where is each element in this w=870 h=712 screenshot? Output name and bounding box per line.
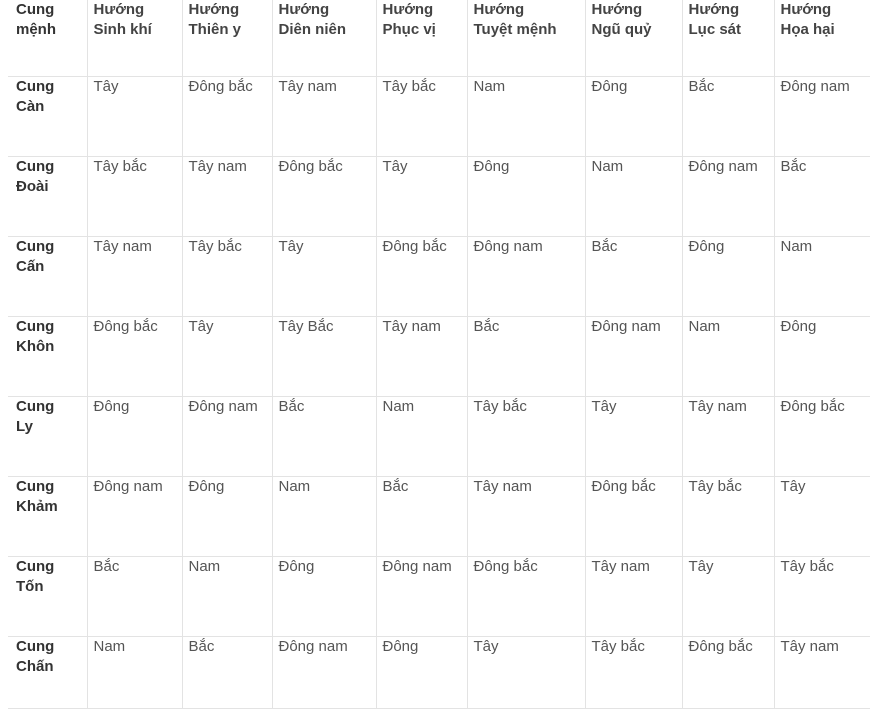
table-cell: Đông nam xyxy=(181,395,273,477)
table-cell: Đông nam xyxy=(375,555,468,637)
table-cell: Đông bắc xyxy=(466,555,586,637)
table-cell: Đông bắc xyxy=(375,235,468,317)
header-ngu-quy: Hướng Ngũ quỷ xyxy=(584,0,683,77)
table-row: Cung Chấn Nam Bắc Đông nam Đông Tây Tây b… xyxy=(8,635,870,709)
table-cell: Nam xyxy=(681,315,775,397)
table-cell: Nam xyxy=(181,555,273,637)
header-hoa-hai: Hướng Họa hại xyxy=(773,0,870,77)
table-cell: Tây nam xyxy=(773,635,870,709)
table-cell: Nam xyxy=(271,475,377,557)
row-label: Cung Khảm xyxy=(8,475,88,557)
table-cell: Đông nam xyxy=(681,155,775,237)
table-row: Cung Tốn Bắc Nam Đông Đông nam Đông bắc T… xyxy=(8,555,870,637)
table-cell: Bắc xyxy=(181,635,273,709)
table-cell: Tây Bắc xyxy=(271,315,377,397)
header-dien-nien: Hướng Diên niên xyxy=(271,0,377,77)
table-cell: Đông nam xyxy=(271,635,377,709)
table-cell: Đông nam xyxy=(584,315,683,397)
header-thien-y: Hướng Thiên y xyxy=(181,0,273,77)
table-row: Cung Ly Đông Đông nam Bắc Nam Tây bắc Tây… xyxy=(8,395,870,477)
header-cung-menh: Cung mệnh xyxy=(8,0,88,77)
table-cell: Tây bắc xyxy=(584,635,683,709)
table-cell: Tây xyxy=(466,635,586,709)
row-label: Cung Đoài xyxy=(8,155,88,237)
table-cell: Nam xyxy=(466,76,586,157)
table-cell: Đông nam xyxy=(466,235,586,317)
table-cell: Bắc xyxy=(773,155,870,237)
table-row: Cung Khôn Đông bắc Tây Tây Bắc Tây nam Bắ… xyxy=(8,315,870,397)
row-label: Cung Ly xyxy=(8,395,88,477)
page: Cung mệnh Hướng Sinh khí Hướng Thiên y Hướn… xyxy=(0,0,870,712)
table-cell: Bắc xyxy=(681,76,775,157)
table-cell: Đông xyxy=(466,155,586,237)
row-label: Cung Càn xyxy=(8,76,88,157)
table-cell: Đông nam xyxy=(86,475,183,557)
table-cell: Tây bắc xyxy=(375,76,468,157)
table-cell: Đông xyxy=(375,635,468,709)
header-luc-sat: Hướng Lục sát xyxy=(681,0,775,77)
table-body: Cung Càn Tây Đông bắc Tây nam Tây bắc Nam… xyxy=(8,76,870,709)
table-cell: Đông xyxy=(773,315,870,397)
table-cell: Tây nam xyxy=(181,155,273,237)
table-cell: Tây bắc xyxy=(681,475,775,557)
table-cell: Bắc xyxy=(375,475,468,557)
table-cell: Nam xyxy=(773,235,870,317)
table-header: Cung mệnh Hướng Sinh khí Hướng Thiên y Hướn… xyxy=(8,0,870,77)
table-cell: Đông bắc xyxy=(86,315,183,397)
table-cell: Tây nam xyxy=(584,555,683,637)
table-cell: Tây bắc xyxy=(466,395,586,477)
table-cell: Tây xyxy=(681,555,775,637)
table-row: Cung Đoài Tây bắc Tây nam Đông bắc Tây Đô… xyxy=(8,155,870,237)
table-cell: Đông xyxy=(271,555,377,637)
header-phuc-vi: Hướng Phục vị xyxy=(375,0,468,77)
table-cell: Tây xyxy=(375,155,468,237)
table-cell: Đông xyxy=(584,76,683,157)
header-sinh-khi: Hướng Sinh khí xyxy=(86,0,183,77)
table-cell: Đông bắc xyxy=(681,635,775,709)
table-row: Cung Khảm Đông nam Đông Nam Bắc Tây nam Đ… xyxy=(8,475,870,557)
table-cell: Tây nam xyxy=(466,475,586,557)
table-cell: Tây xyxy=(584,395,683,477)
row-label: Cung Cấn xyxy=(8,235,88,317)
table-cell: Đông xyxy=(681,235,775,317)
table-cell: Tây xyxy=(181,315,273,397)
table-cell: Đông xyxy=(181,475,273,557)
table-cell: Bắc xyxy=(584,235,683,317)
row-label: Cung Chấn xyxy=(8,635,88,709)
row-label: Cung Khôn xyxy=(8,315,88,397)
table-cell: Tây bắc xyxy=(86,155,183,237)
table-cell: Nam xyxy=(375,395,468,477)
table-cell: Đông nam xyxy=(773,76,870,157)
table-row: Cung Càn Tây Đông bắc Tây nam Tây bắc Nam… xyxy=(8,76,870,157)
table-cell: Tây nam xyxy=(86,235,183,317)
table-cell: Tây nam xyxy=(681,395,775,477)
table-cell: Tây xyxy=(271,235,377,317)
table-cell: Tây bắc xyxy=(773,555,870,637)
table-cell: Đông xyxy=(86,395,183,477)
table-cell: Bắc xyxy=(466,315,586,397)
table-cell: Bắc xyxy=(271,395,377,477)
table-cell: Đông bắc xyxy=(773,395,870,477)
table-cell: Bắc xyxy=(86,555,183,637)
table-cell: Đông bắc xyxy=(584,475,683,557)
table-cell: Tây xyxy=(773,475,870,557)
feng-shui-direction-table: Cung mệnh Hướng Sinh khí Hướng Thiên y Hướn… xyxy=(8,0,870,709)
table-cell: Tây xyxy=(86,76,183,157)
table-cell: Đông bắc xyxy=(181,76,273,157)
header-tuyet-menh: Hướng Tuyệt mệnh xyxy=(466,0,586,77)
table-cell: Nam xyxy=(86,635,183,709)
table-cell: Tây bắc xyxy=(181,235,273,317)
row-label: Cung Tốn xyxy=(8,555,88,637)
table-row: Cung Cấn Tây nam Tây bắc Tây Đông bắc Đôn… xyxy=(8,235,870,317)
table-cell: Tây nam xyxy=(271,76,377,157)
table-cell: Nam xyxy=(584,155,683,237)
header-row: Cung mệnh Hướng Sinh khí Hướng Thiên y Hướn… xyxy=(8,0,870,77)
table-cell: Đông bắc xyxy=(271,155,377,237)
table-cell: Tây nam xyxy=(375,315,468,397)
